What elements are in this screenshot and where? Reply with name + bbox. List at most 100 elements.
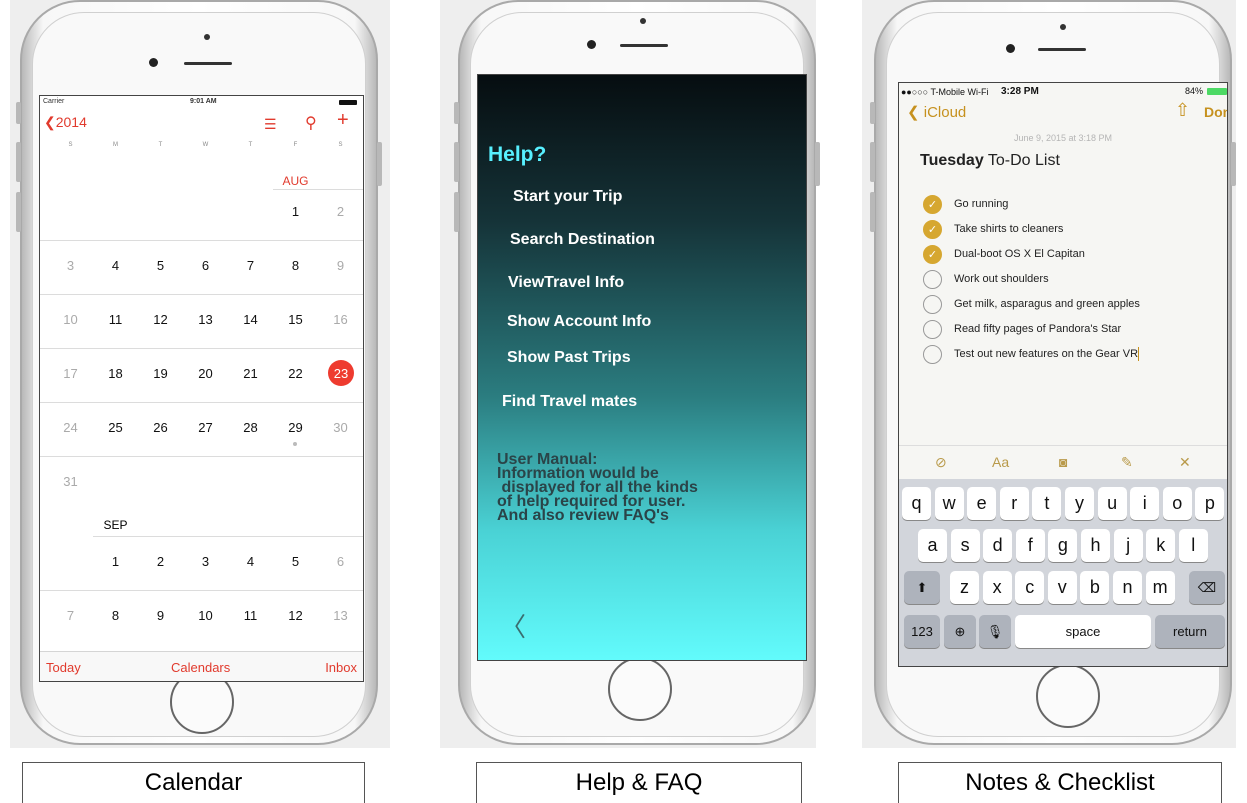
day-cell[interactable]: 7 — [228, 258, 273, 273]
day-cell[interactable]: 4 — [228, 554, 273, 569]
key-t[interactable]: t — [1032, 487, 1062, 520]
today-button[interactable]: Today — [46, 660, 81, 675]
key-c[interactable]: c — [1015, 571, 1045, 604]
day-cell[interactable]: 1 — [273, 204, 318, 219]
day-cell[interactable]: 9 — [318, 258, 363, 273]
day-cell[interactable]: 27 — [183, 420, 228, 435]
day-cell[interactable]: 14 — [228, 312, 273, 327]
day-cell[interactable]: 16 — [318, 312, 363, 327]
checklist-item[interactable]: ✓ Go running — [923, 193, 1008, 215]
day-cell[interactable]: 18 — [93, 366, 138, 381]
key-n[interactable]: n — [1113, 571, 1142, 604]
list-icon[interactable]: ☰ — [264, 116, 277, 133]
day-cell[interactable]: 2 — [138, 554, 183, 569]
chevron-left-icon[interactable]: 〈 — [500, 607, 526, 644]
numbers-key[interactable]: 123 — [904, 615, 940, 648]
checked-circle-icon[interactable]: ✓ — [923, 244, 942, 264]
key-z[interactable]: z — [950, 571, 979, 604]
key-q[interactable]: q — [902, 487, 931, 520]
day-cell[interactable]: 8 — [273, 258, 318, 273]
checklist-item-text[interactable]: Work out shoulders — [954, 273, 1049, 285]
key-o[interactable]: o — [1162, 487, 1192, 520]
sketch-icon[interactable]: ✎ — [1121, 454, 1133, 471]
day-cell[interactable]: 20 — [183, 366, 228, 381]
day-cell[interactable]: 11 — [93, 312, 138, 327]
checklist-item-text[interactable]: Get milk, asparagus and green apples — [954, 298, 1140, 310]
unchecked-circle-icon[interactable] — [923, 319, 942, 339]
checklist-item-text[interactable]: Read fifty pages of Pandora's Star — [954, 323, 1121, 335]
day-cell[interactable]: 2 — [318, 204, 363, 219]
note-title[interactable]: Tuesday To-Do List — [920, 152, 1060, 170]
day-cell[interactable]: 21 — [228, 366, 273, 381]
microphone-icon[interactable]: 🎙 — [979, 615, 1011, 648]
back-button[interactable]: ❮ iCloud — [907, 103, 966, 121]
day-cell[interactable]: 8 — [93, 608, 138, 623]
home-button[interactable] — [608, 657, 672, 721]
key-y[interactable]: y — [1065, 487, 1094, 520]
home-button[interactable] — [1036, 664, 1100, 728]
day-cell[interactable]: 3 — [183, 554, 228, 569]
back-to-year-button[interactable]: ❮2014 — [44, 114, 87, 131]
camera-icon[interactable]: ◙ — [1059, 454, 1067, 470]
unchecked-circle-icon[interactable] — [923, 344, 942, 364]
key-b[interactable]: b — [1080, 571, 1110, 604]
checklist-item-text[interactable]: Dual-boot OS X El Capitan — [954, 248, 1085, 260]
help-item-view-travel-info[interactable]: ViewTravel Info — [508, 274, 624, 292]
today-marker[interactable]: 23 — [328, 360, 354, 386]
checklist-item-text[interactable]: Take shirts to cleaners — [954, 223, 1063, 235]
checklist-item[interactable]: Test out new features on the Gear VR — [923, 343, 1140, 365]
search-icon[interactable]: ⚲ — [305, 113, 317, 133]
unchecked-circle-icon[interactable] — [923, 269, 942, 289]
day-cell[interactable]: 15 — [273, 312, 318, 327]
day-cell[interactable]: 26 — [138, 420, 183, 435]
checked-circle-icon[interactable]: ✓ — [923, 219, 942, 239]
day-cell[interactable]: 12 — [138, 312, 183, 327]
day-cell[interactable]: 28 — [228, 420, 273, 435]
checklist-item[interactable]: ✓ Dual-boot OS X El Capitan — [923, 243, 1085, 265]
day-cell[interactable]: 10 — [183, 608, 228, 623]
checklist-item[interactable]: Work out shoulders — [923, 268, 1049, 290]
key-s[interactable]: s — [950, 529, 980, 562]
checklist-item[interactable]: Get milk, asparagus and green apples — [923, 293, 1140, 315]
done-button[interactable]: Done — [1204, 104, 1227, 120]
day-cell[interactable]: 9 — [138, 608, 183, 623]
key-p[interactable]: p — [1195, 487, 1225, 520]
return-key[interactable]: return — [1155, 615, 1225, 648]
day-cell[interactable]: 11 — [228, 608, 273, 623]
day-cell[interactable]: 5 — [273, 554, 318, 569]
day-cell[interactable]: 29 — [273, 420, 318, 435]
day-cell[interactable]: 13 — [318, 608, 363, 623]
checked-circle-icon[interactable]: ✓ — [923, 194, 942, 214]
help-item-start-trip[interactable]: Start your Trip — [513, 188, 622, 206]
help-item-show-past-trips[interactable]: Show Past Trips — [507, 349, 631, 367]
day-cell[interactable]: 5 — [138, 258, 183, 273]
day-cell[interactable]: 24 — [48, 420, 93, 435]
checklist-item-text[interactable]: Go running — [954, 198, 1008, 210]
share-icon[interactable]: ⇧ — [1175, 100, 1190, 121]
day-cell[interactable]: 12 — [273, 608, 318, 623]
add-icon[interactable]: + — [337, 109, 349, 132]
key-j[interactable]: j — [1113, 529, 1143, 562]
key-w[interactable]: w — [934, 487, 964, 520]
key-u[interactable]: u — [1097, 487, 1127, 520]
help-item-find-travel-mates[interactable]: Find Travel mates — [502, 393, 637, 411]
globe-icon[interactable]: ⊕ — [944, 615, 976, 648]
shift-key[interactable]: ⬆ — [904, 571, 940, 604]
day-cell[interactable]: 6 — [318, 554, 363, 569]
day-cell[interactable]: 31 — [48, 474, 93, 489]
day-cell[interactable]: 17 — [48, 366, 93, 381]
day-cell[interactable]: 7 — [48, 608, 93, 623]
key-g[interactable]: g — [1048, 529, 1078, 562]
space-key[interactable]: space — [1015, 615, 1151, 648]
key-x[interactable]: x — [982, 571, 1012, 604]
day-cell[interactable]: 6 — [183, 258, 228, 273]
day-cell[interactable]: 1 — [93, 554, 138, 569]
day-cell[interactable]: 19 — [138, 366, 183, 381]
checklist-item-text[interactable]: Test out new features on the Gear VR — [954, 348, 1138, 360]
key-r[interactable]: r — [999, 487, 1029, 520]
help-item-show-account-info[interactable]: Show Account Info — [507, 313, 651, 331]
day-cell[interactable]: 3 — [48, 258, 93, 273]
checklist-item[interactable]: Read fifty pages of Pandora's Star — [923, 318, 1121, 340]
close-icon[interactable]: ✕ — [1179, 454, 1191, 471]
help-item-search-destination[interactable]: Search Destination — [510, 231, 655, 249]
